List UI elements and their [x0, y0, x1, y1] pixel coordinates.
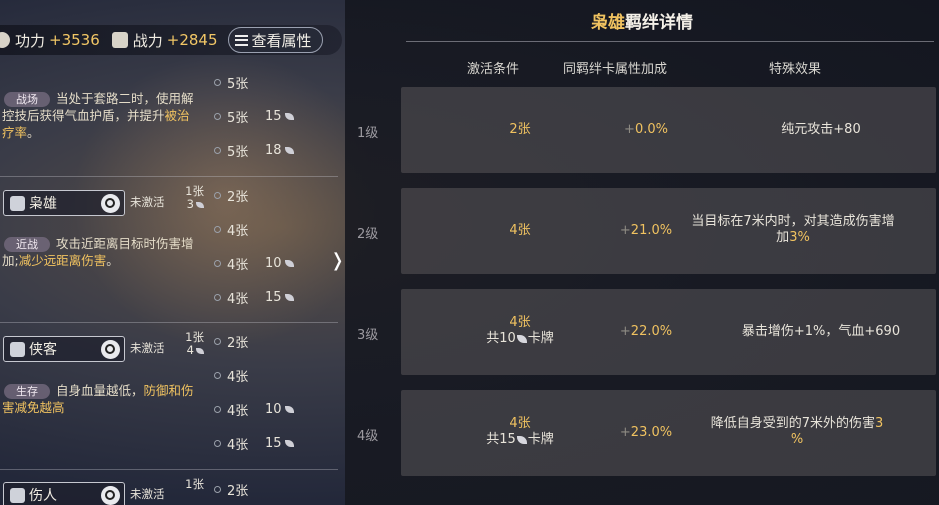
bond-tag: 战场: [4, 92, 50, 107]
search-icon[interactable]: [101, 340, 120, 359]
bond-icon: [10, 195, 25, 211]
col-header-condition: 激活条件: [466, 62, 519, 77]
tier-row: 5张: [214, 73, 324, 92]
card-count: 1张 3: [185, 184, 204, 211]
title-divider: [406, 41, 934, 42]
detail-title: 枭雄羁绊详情: [591, 13, 693, 33]
tier-row: 2张: [214, 332, 324, 351]
tier-row: 5张 18: [214, 141, 324, 160]
condition-cell: 4张: [509, 223, 531, 238]
tier-dot: [214, 78, 221, 86]
bond-name-box[interactable]: 伤人: [3, 482, 125, 505]
tier-row: 5张 15: [214, 107, 324, 126]
level-label: 1级: [357, 126, 379, 141]
card-icon: [196, 202, 204, 208]
combat-stat: 战力 +2845: [111, 30, 218, 51]
col-header-bonus: 同羁绊卡属性加成: [562, 62, 667, 77]
bond-tag: 近战: [4, 237, 50, 252]
tier-dot: [214, 337, 221, 345]
level-row: 4张 +21.0% 当目标在7米内时，对其造成伤害增加3%: [401, 188, 936, 274]
bond-name: 伤人: [29, 488, 57, 504]
effect-cell: 当目标在7米内时，对其造成伤害增加3%: [691, 214, 895, 245]
bond-icon: [10, 487, 25, 503]
inactive-status: 未激活: [130, 487, 165, 501]
level-row: 4张 共15 卡牌 +23.0% 降低自身受到的7米外的伤害3%: [401, 390, 936, 476]
tier-dot: [214, 146, 221, 154]
power-value: +3536: [49, 31, 100, 49]
search-icon[interactable]: [101, 486, 120, 505]
tier-dot: [214, 485, 221, 493]
effect-cell: 暴击增伤+1%，气血+690: [741, 324, 901, 339]
card-icon: [284, 259, 294, 267]
inactive-status: 未激活: [130, 195, 165, 209]
tier-dot: [214, 112, 221, 120]
bond-name: 侠客: [29, 342, 57, 358]
bond-description-3: 生存 自身血量越低，防御和伤害减免越高: [2, 383, 194, 415]
bond-icon: [10, 341, 25, 357]
card-icon: [516, 334, 527, 343]
tier-row: 4张 10: [214, 254, 324, 273]
expand-arrow-icon[interactable]: ❭: [330, 252, 346, 270]
list-icon: [234, 34, 248, 46]
power-label: 功力: [15, 31, 46, 50]
level-label: 4级: [357, 429, 379, 444]
tier-row: 4张 15: [214, 434, 324, 453]
condition-cell: 4张 共10 卡牌: [486, 315, 554, 346]
section-divider: [0, 469, 338, 470]
bond-name-box[interactable]: 枭雄: [3, 190, 125, 216]
tier-dot: [214, 191, 221, 199]
col-header-effect: 特殊效果: [768, 62, 821, 77]
tier-dot: [214, 293, 221, 301]
tier-dot: [214, 405, 221, 413]
tier-row: 2张: [214, 186, 324, 205]
view-attributes-button[interactable]: 查看属性: [227, 27, 323, 53]
tier-row: 2张: [214, 480, 324, 499]
card-icon: [284, 146, 294, 154]
power-icon: [0, 32, 10, 48]
bond-detail-panel: 枭雄羁绊详情 激活条件 同羁绊卡属性加成 特殊效果 1级 2张 +0.0% 纯元…: [345, 0, 939, 505]
tier-dot: [214, 371, 221, 379]
card-count: 1张: [185, 477, 204, 491]
search-icon[interactable]: [101, 194, 120, 213]
bond-tag: 生存: [4, 384, 50, 399]
bonus-cell: +22.0%: [619, 324, 673, 339]
effect-cell: 纯元攻击+80: [781, 122, 861, 137]
card-icon: [284, 112, 294, 120]
bonus-cell: +0.0%: [624, 122, 668, 137]
card-count: 1张 4: [185, 330, 204, 357]
card-icon: [196, 348, 204, 354]
combat-value: +2845: [166, 31, 218, 49]
card-icon: [516, 435, 527, 444]
section-divider: [0, 176, 338, 177]
level-label: 2级: [357, 227, 379, 242]
level-row: 2张 +0.0% 纯元攻击+80: [401, 87, 936, 173]
tier-row: 4张: [214, 220, 324, 239]
tier-dot: [214, 439, 221, 447]
bond-description-1: 战场 当处于套路二时，使用解控技后获得气血护盾，并提升被治疗率。: [2, 91, 194, 140]
tier-row: 4张 10: [214, 400, 324, 419]
section-divider: [0, 322, 338, 323]
tier-row: 4张: [214, 366, 324, 385]
power-stat: 功力 +3536: [0, 30, 100, 51]
combat-icon: [111, 32, 128, 48]
card-icon: [284, 293, 294, 301]
card-icon: [284, 439, 294, 447]
effect-cell: 降低自身受到的7米外的伤害3%: [710, 416, 884, 447]
bond-name: 枭雄: [29, 196, 57, 212]
bond-name-box[interactable]: 侠客: [3, 336, 125, 362]
combat-label: 战力: [132, 31, 163, 50]
view-attributes-label: 查看属性: [251, 31, 312, 50]
bond-list-panel: 功力 +3536 战力 +2845 查看属性 战场 当处于套路二时，使用解控技后获…: [0, 0, 345, 505]
stats-bar: 功力 +3536 战力 +2845 查看属性: [0, 25, 342, 55]
condition-cell: 2张: [509, 122, 531, 137]
card-icon: [284, 405, 294, 413]
condition-cell: 4张 共15 卡牌: [486, 416, 554, 447]
tier-dot: [214, 225, 221, 233]
level-label: 3级: [357, 328, 379, 343]
tier-dot: [214, 259, 221, 267]
bond-description-2: 近战 攻击近距离目标时伤害增加;减少远距离伤害。: [2, 236, 194, 268]
inactive-status: 未激活: [130, 341, 165, 355]
level-row: 4张 共10 卡牌 +22.0% 暴击增伤+1%，气血+690: [401, 289, 936, 375]
tier-row: 4张 15: [214, 288, 324, 307]
